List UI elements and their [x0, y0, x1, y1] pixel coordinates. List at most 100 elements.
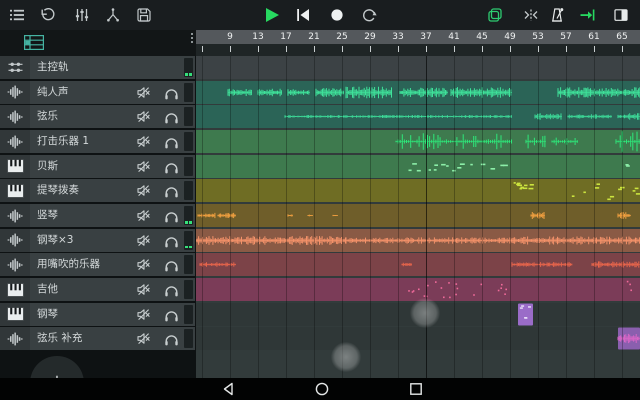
- mute-button[interactable]: [136, 208, 151, 223]
- track-name: 纯人声: [37, 81, 133, 104]
- level-meter: [184, 107, 193, 126]
- nav-home-button[interactable]: [314, 381, 330, 397]
- track-row[interactable]: 弦乐 补充: [0, 327, 195, 350]
- level-meter: [184, 206, 193, 225]
- audio-clips[interactable]: [196, 130, 640, 153]
- track-lane[interactable]: [196, 253, 640, 276]
- track-lane[interactable]: [196, 303, 640, 326]
- record-button[interactable]: [328, 6, 346, 24]
- ruler-tick: [370, 46, 371, 52]
- audio-clips[interactable]: [196, 327, 640, 350]
- track-lane[interactable]: [196, 155, 640, 178]
- ruler-tick: [538, 46, 539, 52]
- level-meter: [184, 255, 193, 274]
- undo-button[interactable]: [39, 6, 57, 24]
- headphone-solo-button[interactable]: [164, 233, 179, 248]
- waveform-icon: [0, 204, 30, 227]
- mute-button[interactable]: [136, 282, 151, 297]
- nav-back-button[interactable]: [221, 381, 237, 397]
- track-row[interactable]: 贝斯: [0, 155, 195, 178]
- track-name: 提琴拨奏: [37, 179, 133, 202]
- menu-button[interactable]: [8, 6, 26, 24]
- ruler-drag-handle[interactable]: [189, 32, 195, 44]
- headphone-solo-button[interactable]: [164, 109, 179, 124]
- loop-button[interactable]: [360, 6, 378, 24]
- audio-clips[interactable]: [196, 204, 640, 227]
- mute-button[interactable]: [136, 183, 151, 198]
- metronome-button[interactable]: [548, 6, 566, 24]
- track-lane[interactable]: [196, 105, 640, 128]
- track-lane[interactable]: [196, 327, 640, 350]
- headphone-solo-button[interactable]: [164, 307, 179, 322]
- timeline-ticks[interactable]: [196, 44, 640, 56]
- audio-clips[interactable]: [196, 105, 640, 128]
- mute-button[interactable]: [136, 307, 151, 322]
- audio-clips[interactable]: [196, 81, 640, 104]
- mute-button[interactable]: [136, 331, 151, 346]
- waveform-icon: [0, 81, 30, 104]
- audio-clips[interactable]: [196, 229, 640, 252]
- master-sliders-icon: [0, 56, 30, 79]
- ruler-bar-number: 61: [588, 32, 599, 42]
- track-row[interactable]: 吉他: [0, 278, 195, 301]
- audio-clips[interactable]: [196, 155, 640, 178]
- play-button[interactable]: [263, 6, 281, 24]
- save-button[interactable]: [135, 6, 153, 24]
- track-row[interactable]: 用嘴吹的乐器: [0, 253, 195, 276]
- headphone-solo-button[interactable]: [164, 134, 179, 149]
- mute-button[interactable]: [136, 109, 151, 124]
- track-row[interactable]: 竖琴: [0, 204, 195, 227]
- tracks-view-button[interactable]: [24, 35, 44, 50]
- track-lane[interactable]: [196, 56, 640, 79]
- headphone-solo-button[interactable]: [164, 183, 179, 198]
- nav-recents-button[interactable]: [408, 381, 424, 397]
- headphone-solo-button[interactable]: [164, 282, 179, 297]
- panel-toggle-button[interactable]: [612, 6, 630, 24]
- snap-button[interactable]: [522, 6, 540, 24]
- follow-playhead-button[interactable]: [578, 6, 596, 24]
- mute-button[interactable]: [136, 85, 151, 100]
- ruler-bar-number: 53: [532, 32, 543, 42]
- audio-clips[interactable]: [196, 278, 640, 301]
- mixer-button[interactable]: [73, 6, 91, 24]
- track-lane[interactable]: [196, 229, 640, 252]
- audio-clips[interactable]: [196, 253, 640, 276]
- track-row[interactable]: 提琴拨奏: [0, 179, 195, 202]
- ruler-bar-number: 9: [227, 32, 233, 42]
- audio-clips[interactable]: [196, 303, 640, 326]
- waveform-icon: [0, 253, 30, 276]
- mute-button[interactable]: [136, 257, 151, 272]
- track-lane[interactable]: [196, 81, 640, 104]
- track-lane[interactable]: [196, 278, 640, 301]
- track-row[interactable]: 打击乐器 1: [0, 130, 195, 153]
- track-lane[interactable]: [196, 204, 640, 227]
- timeline-ruler[interactable]: 91317212529333741454953576165: [196, 30, 640, 44]
- headphone-solo-button[interactable]: [164, 331, 179, 346]
- mute-button[interactable]: [136, 159, 151, 174]
- ruler-bar-number: 49: [504, 32, 515, 42]
- arrangement-area[interactable]: [196, 56, 640, 378]
- track-row[interactable]: 主控轨: [0, 56, 195, 79]
- track-row[interactable]: 纯人声: [0, 81, 195, 104]
- track-lane[interactable]: [196, 179, 640, 202]
- ruler-bar-number: 29: [364, 32, 375, 42]
- ruler-tick: [454, 46, 455, 52]
- track-name: 竖琴: [37, 204, 133, 227]
- track-row[interactable]: 弦乐: [0, 105, 195, 128]
- piano-icon: [0, 155, 30, 178]
- headphone-solo-button[interactable]: [164, 159, 179, 174]
- headphone-solo-button[interactable]: [164, 257, 179, 272]
- track-row[interactable]: 钢琴: [0, 303, 195, 326]
- skip-to-start-button[interactable]: [294, 6, 312, 24]
- mute-button[interactable]: [136, 134, 151, 149]
- waveform-icon: [0, 105, 30, 128]
- track-row[interactable]: 钢琴×3: [0, 229, 195, 252]
- audio-clips[interactable]: [196, 179, 640, 202]
- tools-button[interactable]: [104, 6, 122, 24]
- headphone-solo-button[interactable]: [164, 85, 179, 100]
- duplicate-button[interactable]: [486, 6, 504, 24]
- waveform-icon: [0, 130, 30, 153]
- mute-button[interactable]: [136, 233, 151, 248]
- headphone-solo-button[interactable]: [164, 208, 179, 223]
- track-lane[interactable]: [196, 130, 640, 153]
